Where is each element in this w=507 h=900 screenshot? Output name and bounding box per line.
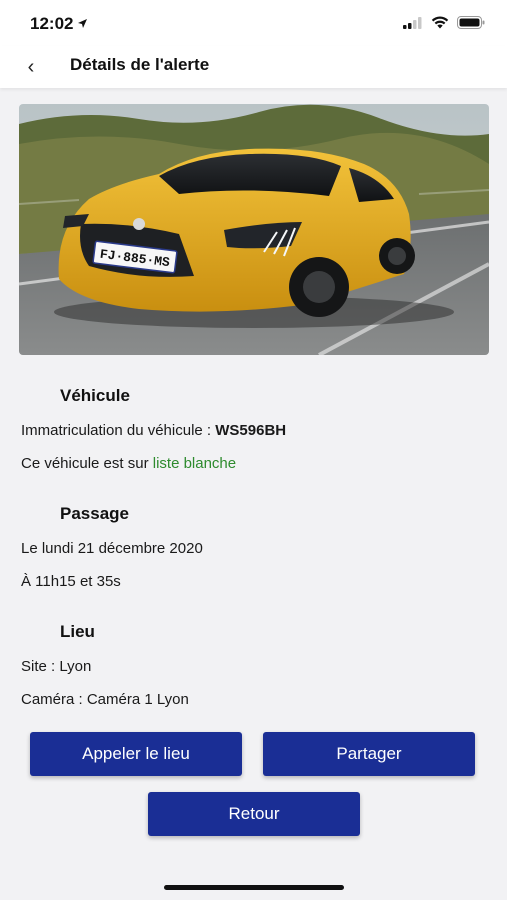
status-icons: [403, 16, 485, 34]
whitelist-status: liste blanche: [152, 455, 237, 472]
passage-time: À 11h15 et 35s: [21, 573, 121, 590]
plate-line: Immatriculation du véhicule : WS596BH: [21, 422, 286, 439]
wifi-icon: [431, 16, 449, 34]
page-title: Détails de l'alerte: [70, 55, 210, 74]
camera-line: Caméra : Caméra 1 Lyon: [21, 691, 189, 708]
home-indicator[interactable]: [164, 885, 344, 890]
chevron-left-icon: ‹: [27, 55, 35, 78]
location-arrow-icon: [77, 14, 88, 34]
back-chevron-button[interactable]: ‹: [16, 52, 46, 82]
site-line: Site : Lyon: [21, 658, 92, 675]
section-title-vehicle: Véhicule: [60, 386, 130, 405]
cellular-signal-icon: [403, 16, 423, 34]
vehicle-photo-illustration: FJ·885·MS: [19, 104, 489, 355]
status-time: 12:02: [30, 14, 88, 34]
plate-label: Immatriculation du véhicule :: [21, 422, 216, 439]
return-button[interactable]: Retour: [148, 792, 360, 836]
plate-value: WS596BH: [215, 422, 287, 439]
vehicle-photo: FJ·885·MS: [19, 104, 489, 355]
section-title-lieu: Lieu: [60, 622, 95, 641]
list-status-prefix: Ce véhicule est sur: [21, 455, 153, 472]
passage-date: Le lundi 21 décembre 2020: [21, 540, 203, 557]
navigation-bar: ‹ Détails de l'alerte: [0, 46, 507, 88]
section-title-passage: Passage: [60, 504, 129, 523]
status-bar: 12:02: [0, 0, 507, 46]
list-status-line: Ce véhicule est sur liste blanche: [21, 455, 236, 472]
share-button[interactable]: Partager: [263, 732, 475, 776]
call-location-button[interactable]: Appeler le lieu: [30, 732, 242, 776]
battery-icon: [457, 16, 485, 34]
status-time-label: 12:02: [30, 14, 74, 33]
